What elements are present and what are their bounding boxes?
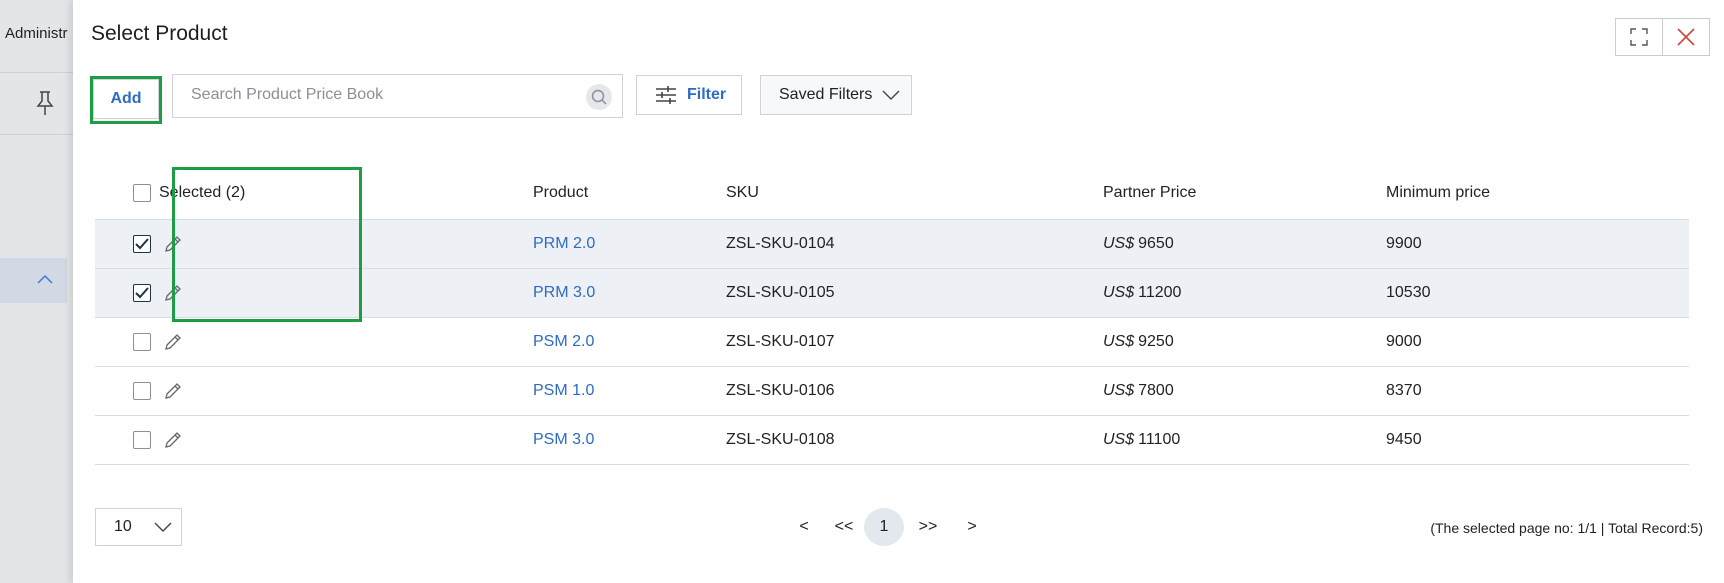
background-header: Administr — [0, 0, 73, 73]
close-button[interactable] — [1663, 18, 1710, 56]
select-all-checkbox[interactable] — [133, 183, 151, 202]
product-link[interactable]: PSM 2.0 — [533, 318, 594, 366]
sku-cell: ZSL-SKU-0105 — [726, 284, 835, 301]
background-active-item[interactable] — [0, 258, 67, 303]
product-link[interactable]: PSM 1.0 — [533, 367, 594, 415]
sku-cell: ZSL-SKU-0107 — [726, 333, 835, 350]
select-product-modal: Select Product Add Filter — [73, 0, 1724, 583]
selection-highlight — [172, 167, 362, 322]
row-checkbox[interactable] — [133, 333, 151, 351]
maximize-button[interactable] — [1615, 18, 1663, 56]
currency-label: US$ — [1103, 235, 1135, 252]
chevron-up-icon — [37, 274, 53, 284]
close-icon — [1677, 28, 1695, 46]
minimum-price-cell: 9000 — [1386, 333, 1422, 350]
table-row[interactable]: PSM 1.0 ZSL-SKU-0106 US$ 7800 8370 — [95, 367, 1689, 416]
page-number-button[interactable]: 1 — [864, 508, 904, 546]
pagination: < << 1 >> > — [784, 508, 992, 546]
header-product[interactable]: Product — [533, 166, 588, 219]
add-button-highlight — [90, 76, 162, 124]
first-page-button[interactable]: << — [824, 508, 864, 546]
sku-cell: ZSL-SKU-0104 — [726, 235, 835, 252]
currency-label: US$ — [1103, 431, 1135, 448]
saved-filters-dropdown[interactable]: Saved Filters — [760, 75, 912, 115]
chevron-down-icon — [882, 90, 900, 100]
row-checkbox[interactable] — [133, 431, 151, 449]
row-checkbox[interactable] — [133, 382, 151, 400]
search-icon[interactable] — [586, 84, 612, 110]
chevron-down-icon — [154, 522, 172, 532]
modal-header-buttons — [1615, 18, 1710, 56]
table-row[interactable]: PSM 2.0 ZSL-SKU-0107 US$ 9250 9000 — [95, 318, 1689, 367]
currency-label: US$ — [1103, 382, 1135, 399]
modal-title: Select Product — [91, 22, 228, 45]
filter-label: Filter — [687, 86, 727, 103]
minimum-price-cell: 10530 — [1386, 284, 1431, 301]
edit-pencil-icon[interactable] — [163, 381, 183, 401]
background-header-text: Administr — [5, 25, 68, 42]
filter-button[interactable]: Filter — [636, 75, 742, 115]
table-row[interactable]: PSM 3.0 ZSL-SKU-0108 US$ 11100 9450 — [95, 416, 1689, 465]
edit-pencil-icon[interactable] — [163, 332, 183, 352]
page-size-select[interactable]: 10 — [95, 508, 182, 546]
currency-label: US$ — [1103, 284, 1135, 301]
sku-cell: ZSL-SKU-0106 — [726, 382, 835, 399]
maximize-icon — [1630, 28, 1648, 46]
partner-price-cell: US$ 9650 — [1103, 235, 1174, 252]
sku-cell: ZSL-SKU-0108 — [726, 431, 835, 448]
minimum-price-cell: 8370 — [1386, 382, 1422, 399]
header-sku[interactable]: SKU — [726, 166, 759, 219]
partner-price-cell: US$ 7800 — [1103, 382, 1174, 399]
partner-price-cell: US$ 9250 — [1103, 333, 1174, 350]
partner-price-cell: US$ 11200 — [1103, 284, 1182, 301]
minimum-price-cell: 9900 — [1386, 235, 1422, 252]
header-partner-price[interactable]: Partner Price — [1103, 166, 1196, 219]
header-minimum-price[interactable]: Minimum price — [1386, 166, 1490, 219]
filter-sliders-icon — [656, 86, 676, 104]
last-page-button[interactable]: >> — [904, 508, 952, 546]
row-checkbox[interactable] — [133, 235, 151, 253]
pin-icon[interactable] — [36, 90, 54, 116]
checkmark-icon — [135, 238, 149, 250]
pin-area — [0, 72, 73, 135]
minimum-price-cell: 9450 — [1386, 431, 1422, 448]
edit-pencil-icon[interactable] — [163, 430, 183, 450]
page-size-value: 10 — [114, 518, 132, 535]
pagination-info: (The selected page no: 1/1 | Total Recor… — [1430, 520, 1703, 536]
product-link[interactable]: PSM 3.0 — [533, 416, 594, 464]
search-box — [172, 74, 623, 118]
currency-label: US$ — [1103, 333, 1135, 350]
row-checkbox[interactable] — [133, 284, 151, 302]
saved-filters-label: Saved Filters — [779, 86, 873, 103]
search-input[interactable] — [173, 75, 571, 115]
checkmark-icon — [135, 287, 149, 299]
product-link[interactable]: PRM 3.0 — [533, 269, 595, 317]
prev-page-button[interactable]: < — [784, 508, 824, 546]
next-page-button[interactable]: > — [952, 508, 992, 546]
partner-price-cell: US$ 11100 — [1103, 431, 1181, 448]
product-link[interactable]: PRM 2.0 — [533, 220, 595, 268]
